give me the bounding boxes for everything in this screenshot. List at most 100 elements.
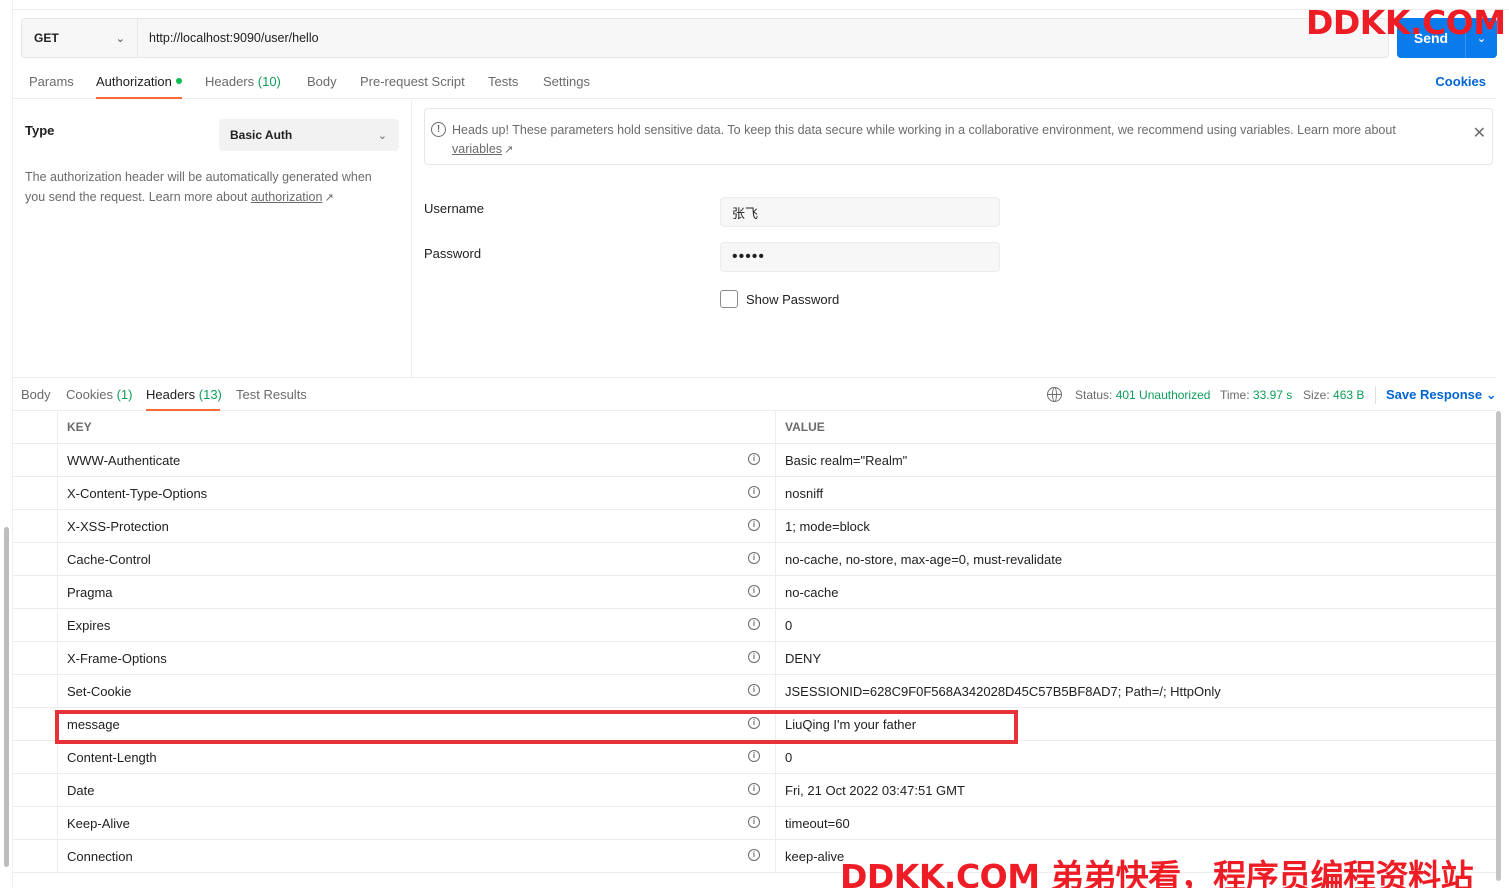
- header-key[interactable]: Set-Cookie: [67, 684, 131, 699]
- column-header-value: VALUE: [785, 420, 825, 434]
- tab-pre-request-script[interactable]: Pre-request Script: [360, 74, 465, 89]
- chevron-down-icon: ⌄: [115, 32, 125, 45]
- request-tabs: Params Authorization Headers (10) Body P…: [13, 66, 1496, 99]
- header-key[interactable]: X-Content-Type-Options: [67, 486, 207, 501]
- header-value[interactable]: nosniff: [785, 486, 823, 501]
- watermark-top: DDKK.COM: [1306, 3, 1506, 42]
- time-readout[interactable]: Time: 33.97 s: [1220, 388, 1292, 402]
- url-input[interactable]: http://localhost:9090/user/hello: [138, 19, 1388, 57]
- auth-description: The authorization header will be automat…: [25, 170, 372, 204]
- header-key[interactable]: Content-Length: [67, 750, 157, 765]
- password-input[interactable]: •••••: [720, 242, 1000, 272]
- header-key[interactable]: Cache-Control: [67, 552, 151, 567]
- password-label: Password: [424, 246, 482, 261]
- info-icon[interactable]: i: [748, 684, 760, 696]
- header-key[interactable]: Connection: [67, 849, 133, 864]
- divider: [1375, 386, 1376, 404]
- left-scrollbar[interactable]: [0, 0, 13, 888]
- info-icon[interactable]: i: [748, 453, 760, 465]
- cookies-link[interactable]: Cookies: [1435, 74, 1486, 89]
- response-headers-table: KEY VALUE WWW-Authenticate i Basic realm="…: [13, 411, 1496, 873]
- header-value[interactable]: timeout=60: [785, 816, 850, 831]
- response-tabs: Body Cookies (1) Headers (13) Test Resul…: [13, 377, 1497, 411]
- header-key[interactable]: Expires: [67, 618, 110, 633]
- right-scrollbar-thumb[interactable]: [1496, 411, 1501, 881]
- info-icon[interactable]: i: [748, 783, 760, 795]
- type-label: Type: [25, 123, 55, 138]
- tab-settings[interactable]: Settings: [543, 74, 590, 89]
- header-value[interactable]: Fri, 21 Oct 2022 03:47:51 GMT: [785, 783, 965, 798]
- table-row: Set-Cookie i JSESSIONID=628C9F0F568A342028…: [13, 675, 1496, 708]
- info-icon[interactable]: i: [748, 585, 760, 597]
- variables-link[interactable]: variables: [452, 142, 502, 156]
- info-icon: !: [431, 122, 446, 137]
- header-value[interactable]: keep-alive: [785, 849, 844, 864]
- show-password-label: Show Password: [746, 292, 840, 307]
- size-readout[interactable]: Size: 463 B: [1303, 388, 1364, 402]
- sensitive-data-banner: ! Heads up! These parameters hold sensit…: [424, 108, 1493, 165]
- active-tab-underline: [96, 97, 182, 99]
- status-readout[interactable]: Status: 401 Unauthorized: [1075, 388, 1210, 402]
- tab-body[interactable]: Body: [307, 74, 337, 89]
- res-tab-test-results[interactable]: Test Results: [236, 387, 307, 402]
- globe-icon[interactable]: [1047, 387, 1062, 402]
- table-header-row: KEY VALUE: [13, 411, 1496, 444]
- left-scrollbar-thumb[interactable]: [4, 527, 9, 867]
- header-value[interactable]: Basic realm="Realm": [785, 453, 907, 468]
- external-link-icon: ↗: [504, 144, 514, 156]
- table-row: Cache-Control i no-cache, no-store, max-ag…: [13, 543, 1496, 576]
- header-key[interactable]: WWW-Authenticate: [67, 453, 180, 468]
- header-key[interactable]: Pragma: [67, 585, 113, 600]
- watermark-bottom: DDKK.COM 弟弟快看，程序员编程资料站: [840, 857, 1474, 888]
- method-select[interactable]: GET ⌄: [22, 19, 138, 57]
- username-input[interactable]: 张飞: [720, 197, 1000, 227]
- header-value[interactable]: no-cache, no-store, max-age=0, must-reva…: [785, 552, 1062, 567]
- auth-type-panel: Type Basic Auth ⌄ The authorization head…: [13, 100, 412, 377]
- header-value[interactable]: 0: [785, 750, 792, 765]
- header-key[interactable]: X-XSS-Protection: [67, 519, 169, 534]
- close-icon[interactable]: ✕: [1473, 123, 1486, 143]
- info-icon[interactable]: i: [748, 486, 760, 498]
- info-icon[interactable]: i: [748, 618, 760, 630]
- header-key[interactable]: Keep-Alive: [67, 816, 130, 831]
- table-row: Keep-Alive i timeout=60: [13, 807, 1496, 840]
- info-icon[interactable]: i: [748, 849, 760, 861]
- res-tab-headers[interactable]: Headers (13): [146, 387, 222, 402]
- info-icon[interactable]: i: [748, 651, 760, 663]
- right-scrollbar[interactable]: [1494, 411, 1503, 881]
- save-response-button[interactable]: Save Response ⌄: [1386, 387, 1497, 403]
- auth-type-value: Basic Auth: [230, 128, 293, 142]
- header-value[interactable]: no-cache: [785, 585, 838, 600]
- header-key[interactable]: X-Frame-Options: [67, 651, 167, 666]
- res-tab-cookies[interactable]: Cookies (1): [66, 387, 132, 402]
- table-row: X-Content-Type-Options i nosniff: [13, 477, 1496, 510]
- info-icon[interactable]: i: [748, 519, 760, 531]
- auth-type-select[interactable]: Basic Auth ⌄: [219, 119, 399, 151]
- table-row: Date i Fri, 21 Oct 2022 03:47:51 GMT: [13, 774, 1496, 807]
- table-row: X-Frame-Options i DENY: [13, 642, 1496, 675]
- highlight-box: [55, 710, 1018, 744]
- info-icon[interactable]: i: [748, 552, 760, 564]
- chevron-down-icon: ⌄: [1485, 387, 1497, 402]
- method-value: GET: [34, 31, 59, 45]
- res-tab-body[interactable]: Body: [21, 387, 51, 402]
- header-key[interactable]: Date: [67, 783, 94, 798]
- header-value[interactable]: 1; mode=block: [785, 519, 870, 534]
- tab-headers[interactable]: Headers (10): [205, 74, 281, 89]
- tab-params[interactable]: Params: [29, 74, 74, 89]
- chevron-down-icon: ⌄: [377, 129, 387, 142]
- header-value[interactable]: JSESSIONID=628C9F0F568A342028D45C57B5BF8…: [785, 684, 1221, 699]
- column-header-key: KEY: [67, 420, 92, 434]
- header-value[interactable]: 0: [785, 618, 792, 633]
- header-value[interactable]: DENY: [785, 651, 821, 666]
- table-row: Pragma i no-cache: [13, 576, 1496, 609]
- authorization-link[interactable]: authorization: [251, 190, 323, 204]
- show-password-checkbox[interactable]: [720, 290, 738, 308]
- tab-authorization[interactable]: Authorization: [96, 74, 182, 89]
- request-bar: GET ⌄ http://localhost:9090/user/hello: [21, 18, 1389, 58]
- table-row: Content-Length i 0: [13, 741, 1496, 774]
- tab-tests[interactable]: Tests: [488, 74, 518, 89]
- info-icon[interactable]: i: [748, 750, 760, 762]
- info-icon[interactable]: i: [748, 816, 760, 828]
- table-row: WWW-Authenticate i Basic realm="Realm": [13, 444, 1496, 477]
